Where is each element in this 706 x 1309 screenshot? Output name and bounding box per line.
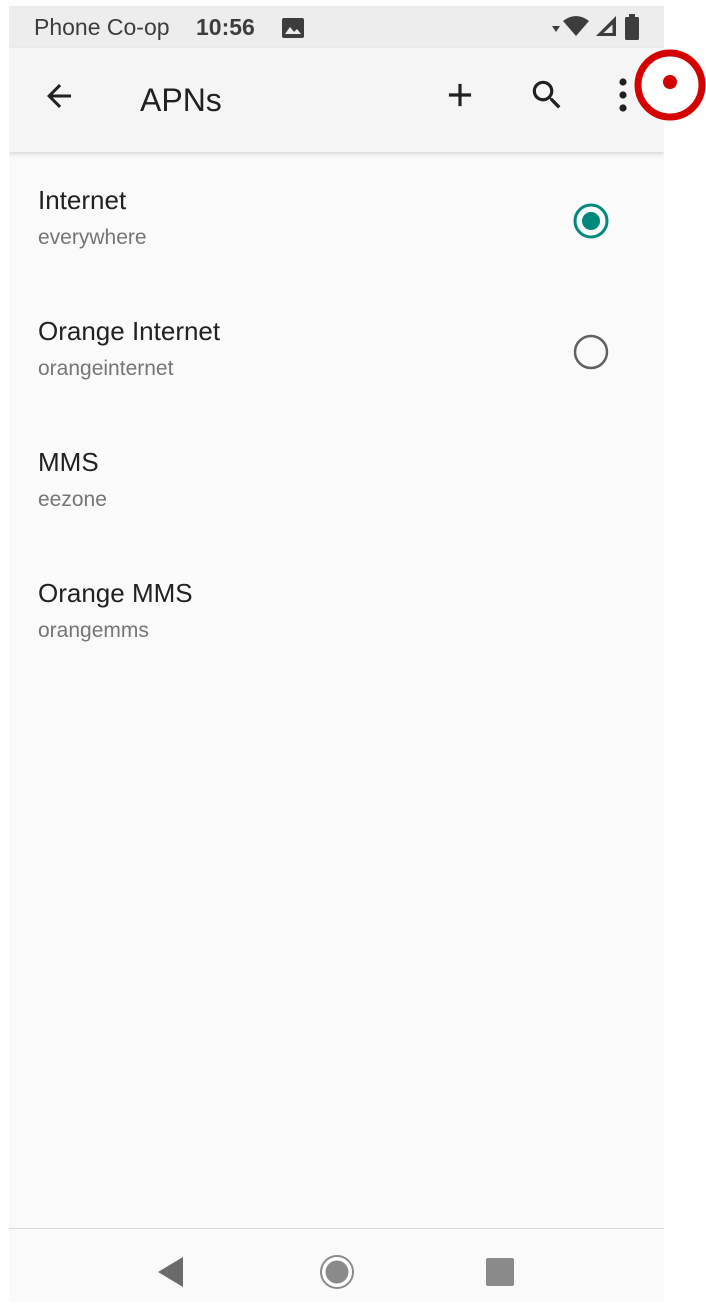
- tap-indicator-icon: [634, 49, 706, 121]
- radio-unselected-icon[interactable]: [572, 333, 610, 371]
- apn-name: Internet: [38, 185, 127, 215]
- nav-home-icon[interactable]: [319, 1254, 355, 1290]
- apn-value: orangemms: [38, 619, 149, 642]
- app-bar: APNs: [9, 48, 664, 152]
- search-icon[interactable]: [528, 76, 566, 114]
- navigation-bar: [9, 1228, 664, 1302]
- signal-icon: [596, 16, 616, 36]
- apn-item-internet[interactable]: Internet everywhere: [9, 154, 664, 285]
- apn-value: orangeinternet: [38, 357, 174, 380]
- back-arrow-icon[interactable]: [41, 78, 77, 114]
- apn-name: Orange MMS: [38, 578, 193, 608]
- add-icon[interactable]: [441, 76, 479, 114]
- nav-recents-icon[interactable]: [485, 1257, 515, 1287]
- apn-item-mms[interactable]: MMS eezone: [9, 416, 664, 547]
- carrier-name: Phone Co-op: [34, 14, 170, 40]
- apn-name: Orange Internet: [38, 316, 221, 346]
- apn-name: MMS: [38, 447, 99, 477]
- apn-item-orange-mms[interactable]: Orange MMS orangemms: [9, 547, 664, 678]
- gallery-icon: [282, 18, 304, 38]
- apn-item-orange-internet[interactable]: Orange Internet orangeinternet: [9, 285, 664, 416]
- screen: Phone Co-op 10:56 APNs Internet everywhe…: [9, 6, 664, 1302]
- page-title: APNs: [140, 82, 222, 118]
- radio-selected-icon[interactable]: [572, 202, 610, 240]
- nav-back-icon[interactable]: [155, 1255, 187, 1289]
- battery-icon: [625, 14, 639, 40]
- apn-value: eezone: [38, 488, 107, 511]
- status-clock: 10:56: [196, 14, 255, 40]
- apn-list: Internet everywhere Orange Internet oran…: [9, 154, 664, 678]
- wifi-icon: [563, 16, 589, 36]
- apn-value: everywhere: [38, 226, 147, 249]
- data-arrow-icon: [552, 26, 560, 32]
- status-bar: Phone Co-op 10:56: [9, 6, 664, 48]
